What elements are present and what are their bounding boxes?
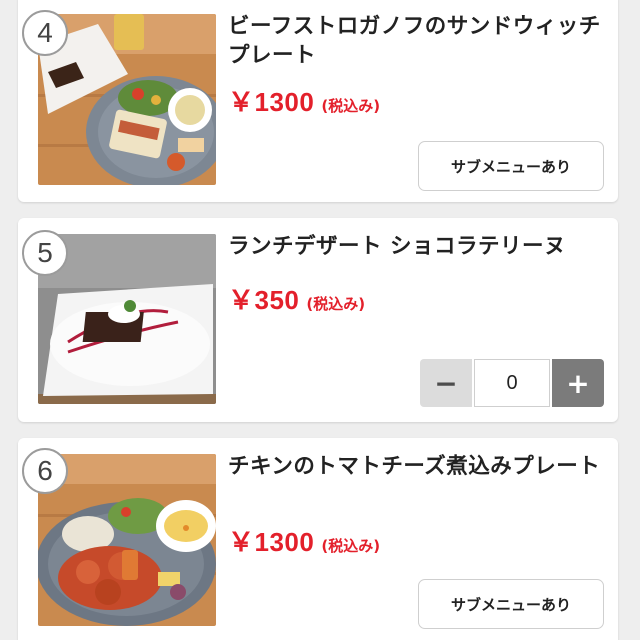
- increment-button[interactable]: +: [552, 359, 604, 407]
- item-title: ビーフストロガノフのサンドウィッチプレート: [228, 14, 601, 68]
- item-number-badge: 5: [22, 230, 68, 276]
- item-title: ランチデザート ショコラテリーヌ: [228, 234, 566, 259]
- item-title: チキンのトマトチーズ煮込みプレート: [228, 454, 601, 479]
- menu-item-card[interactable]: 6 チキンのトマトチーズ煮込みプレート ￥1300 (税込み) サブメニューあり: [18, 438, 618, 640]
- item-number-badge: 4: [22, 10, 68, 56]
- price-row: ￥1300 (税込み): [228, 522, 380, 559]
- quantity-stepper[interactable]: − 0 +: [420, 359, 604, 407]
- decrement-button[interactable]: −: [420, 359, 472, 407]
- tax-note: (税込み): [321, 97, 381, 115]
- quantity-field[interactable]: 0: [474, 359, 550, 407]
- menu-item-card[interactable]: 4 ビーフストロガノフのサンドウィッチプレート ￥1300 (税込み) サブメニ: [18, 0, 618, 202]
- price-row: ￥1300 (税込み): [228, 82, 380, 119]
- item-price: ￥1300: [228, 87, 315, 117]
- tax-note: (税込み): [306, 295, 366, 313]
- price-row: ￥350 (税込み): [228, 280, 365, 317]
- menu-item-card[interactable]: 5 ランチデザート ショコラテリーヌ ￥350 (税込み) − 0 +: [18, 218, 618, 422]
- item-number-badge: 6: [22, 448, 68, 494]
- submenu-button[interactable]: サブメニューあり: [418, 579, 604, 629]
- tax-note: (税込み): [321, 537, 381, 555]
- item-price: ￥1300: [228, 527, 315, 557]
- item-price: ￥350: [228, 285, 300, 315]
- submenu-button[interactable]: サブメニューあり: [418, 141, 604, 191]
